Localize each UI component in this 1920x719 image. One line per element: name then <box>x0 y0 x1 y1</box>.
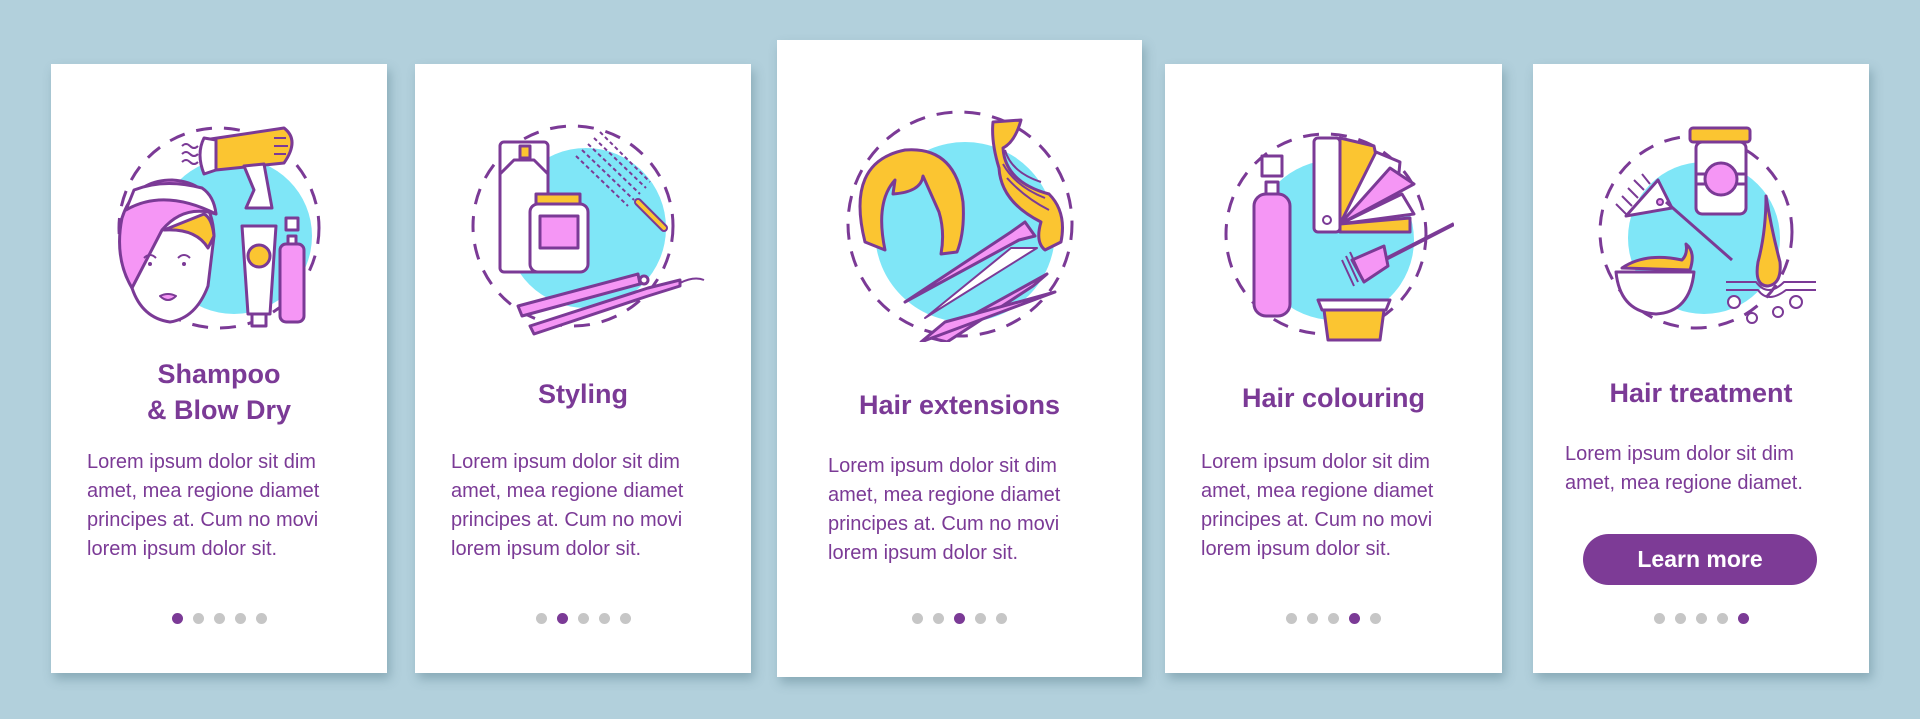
onboarding-card-styling: Styling Lorem ipsum dolor sit dim amet, … <box>415 64 751 673</box>
page-dot-2[interactable] <box>933 613 944 624</box>
shampoo-blow-dry-illustration <box>117 126 321 330</box>
page-dot-1[interactable] <box>535 613 547 624</box>
card-title: Shampoo & Blow Dry <box>146 359 292 425</box>
woman-towel-icon <box>118 178 218 324</box>
page-dot-4[interactable] <box>598 613 610 624</box>
page-dot-3[interactable] <box>954 613 965 624</box>
page-dot-2[interactable] <box>1674 613 1686 624</box>
page-dot-3[interactable] <box>1695 613 1707 624</box>
pagination-dots <box>1533 613 1869 624</box>
card-description: Lorem ipsum dolor sit dim amet, mea regi… <box>828 455 1061 564</box>
pagination-dots <box>777 613 1142 624</box>
onboarding-card-hair-extensions: Hair extensions Lorem ipsum dolor sit di… <box>777 40 1142 677</box>
hair-extensions-illustration <box>846 110 1073 342</box>
card-description: Lorem ipsum dolor sit dim amet, mea regi… <box>451 451 684 560</box>
pagination-dots <box>1165 613 1502 624</box>
page-dot-3[interactable] <box>213 613 225 624</box>
hair-treatment-illustration <box>1598 126 1816 330</box>
page-dot-1[interactable] <box>171 613 183 624</box>
card-title: Hair treatment <box>1609 378 1793 408</box>
page-dot-4[interactable] <box>1716 613 1728 624</box>
cream-tube-icon <box>240 224 278 328</box>
page-dot-4[interactable] <box>1349 613 1360 624</box>
page-dot-5[interactable] <box>255 613 267 624</box>
page-dot-1[interactable] <box>1653 613 1665 624</box>
page-dot-5[interactable] <box>1370 613 1381 624</box>
treatment-jar-icon <box>1688 126 1752 216</box>
card-title: Styling <box>537 379 628 409</box>
card-description: Lorem ipsum dolor sit dim amet, mea regi… <box>87 451 320 560</box>
card-title: Hair extensions <box>858 390 1061 420</box>
styling-illustration <box>471 124 705 336</box>
page-dot-4[interactable] <box>975 613 986 624</box>
page-dot-2[interactable] <box>192 613 204 624</box>
onboarding-card-hair-colouring: Hair colouring Lorem ipsum dolor sit dim… <box>1165 64 1502 673</box>
hair-product-jar-icon <box>528 192 590 274</box>
dye-bowl-icon <box>1316 298 1391 342</box>
hair-colouring-illustration <box>1224 132 1454 342</box>
onboarding-card-shampoo: Shampoo & Blow Dry Lorem ipsum dolor sit… <box>51 64 387 673</box>
pagination-dots <box>51 613 387 624</box>
page-dot-1[interactable] <box>1286 613 1297 624</box>
page-dot-5[interactable] <box>619 613 631 624</box>
colour-swatch-fan-icon <box>1312 136 1415 234</box>
learn-more-button[interactable]: Learn more <box>1583 534 1817 585</box>
page-dot-5[interactable] <box>1737 613 1749 624</box>
page-dot-3[interactable] <box>1328 613 1339 624</box>
card-description: Lorem ipsum dolor sit dim amet, mea regi… <box>1201 451 1434 560</box>
page-dot-2[interactable] <box>556 613 568 624</box>
pagination-dots <box>415 613 751 624</box>
page-dot-2[interactable] <box>1307 613 1318 624</box>
card-description: Lorem ipsum dolor sit dim amet, mea regi… <box>1565 443 1803 494</box>
page-dot-5[interactable] <box>996 613 1007 624</box>
card-title: Hair colouring <box>1241 383 1425 413</box>
page-dot-4[interactable] <box>234 613 246 624</box>
page-dot-1[interactable] <box>912 613 923 624</box>
page-dot-3[interactable] <box>577 613 589 624</box>
onboarding-card-hair-treatment: Hair treatment Lorem ipsum dolor sit dim… <box>1533 64 1869 673</box>
